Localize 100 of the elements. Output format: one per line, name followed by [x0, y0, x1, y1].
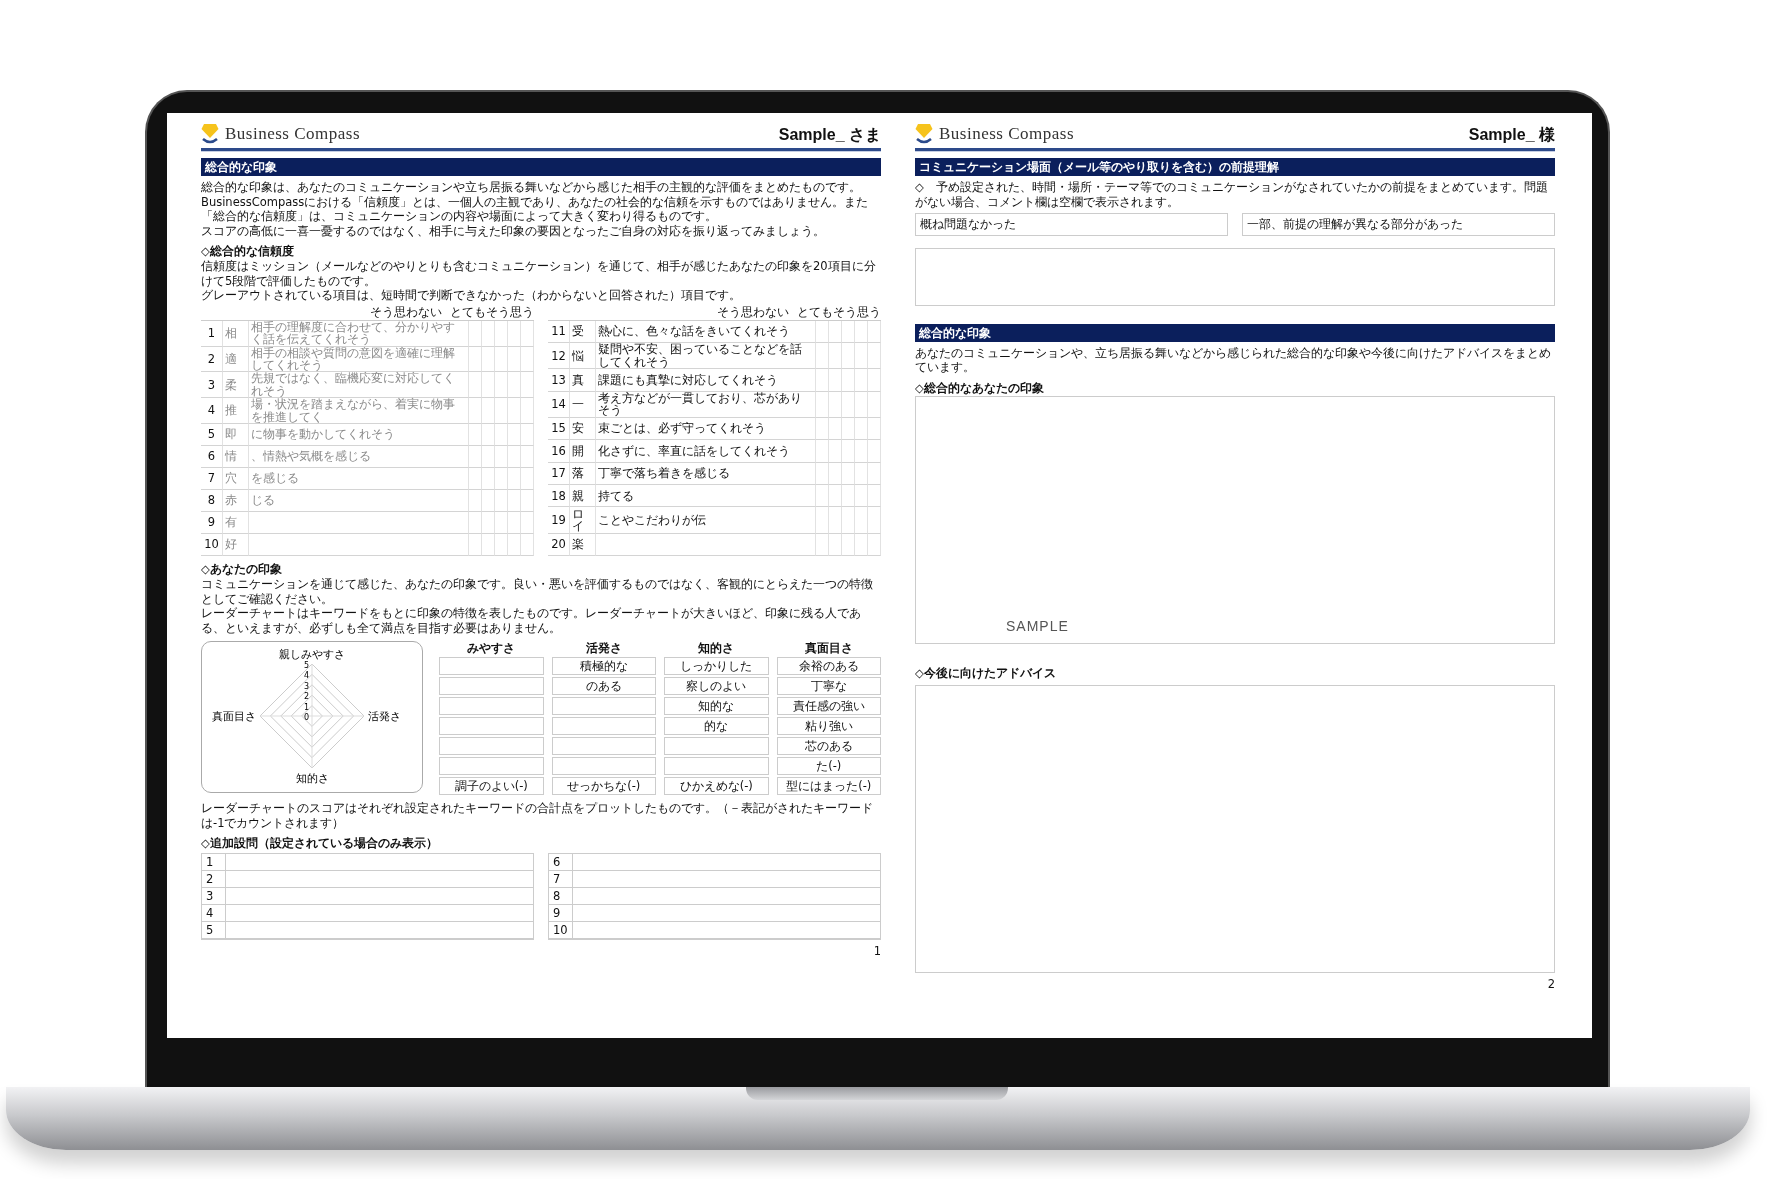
rating-cell: [842, 440, 855, 463]
item-statement: に物事を動かしてくれそう: [249, 424, 469, 446]
rating-cell: [469, 346, 482, 373]
rating-cell: [495, 534, 508, 556]
rating-cell: [816, 485, 829, 508]
rating-cell: [829, 343, 842, 370]
keyword-tag: 粘り強い: [776, 717, 881, 736]
rating-cell: [816, 533, 829, 556]
rating-cell: [855, 391, 868, 418]
rating-cell: [521, 446, 534, 468]
rating-cell: [829, 533, 842, 556]
section-header: 総合的な印象: [201, 158, 881, 177]
rating-cell: [469, 372, 482, 399]
page-number: 1: [873, 944, 881, 959]
rating-cell: [829, 507, 842, 534]
item-number: 9: [201, 512, 223, 534]
rating-cell: [816, 369, 829, 392]
rating-cell: [482, 320, 495, 347]
keyword-tag: のある: [551, 677, 656, 696]
rating-cell: [469, 534, 482, 556]
keyword-tag: た(-): [776, 757, 881, 776]
section-heading: ◇あなたの印象: [201, 562, 283, 577]
rating-cell: [508, 346, 521, 373]
item-number: 3: [201, 372, 223, 399]
question-number: 6: [549, 854, 573, 872]
keyword-tag: 丁寧な: [776, 677, 881, 696]
sample-text: SAMPLE: [1006, 617, 1069, 635]
description-text: レーダーチャートはキーワードをもとに印象の特徴を表したものです。レーダーチャートが大きいほど、印象に残る人である、といえますが、必ずしも全て満点を目指す必要はありません。: [201, 606, 862, 635]
rating-cell: [521, 398, 534, 424]
item-number: 19: [548, 507, 570, 534]
item-label: 親: [570, 485, 596, 508]
item-label: 楽: [570, 533, 596, 556]
section-heading: ◇総合的な信頼度: [201, 243, 295, 259]
rating-cell: [521, 424, 534, 446]
rating-cell: [482, 372, 495, 399]
rating-cell: [868, 369, 881, 392]
item-statement: 先規ではなく、臨機応変に対応してくれそう: [249, 372, 469, 399]
rating-cell: [482, 424, 495, 446]
item-label: 即: [223, 424, 249, 446]
brand-name: Business Compass: [939, 123, 1075, 145]
question-number: 9: [549, 905, 573, 923]
item-statement: 場・状況を踏まえながら、着実に物事を推進してく: [249, 398, 469, 424]
rating-cell: [829, 320, 842, 344]
rating-cell: [495, 346, 508, 373]
item-statement: 化さずに、率直に話をしてくれそう: [596, 440, 816, 463]
item-label: 相: [223, 320, 249, 347]
item-label: 開: [570, 440, 596, 463]
item-number: 14: [548, 391, 570, 418]
description-text: あなたのコミュニケーションや、立ち居振る舞いなどから感じられた総合的な印象や今後に向けたアドバイスをまとめています。: [915, 345, 1552, 375]
keyword-tag: 責任感の強い: [776, 697, 881, 716]
rating-cell: [816, 320, 829, 344]
rating-cell: [868, 417, 881, 441]
item-label: 安: [570, 417, 596, 441]
rating-cell: [469, 512, 482, 534]
rating-cell: [521, 372, 534, 399]
rating-cell: [842, 533, 855, 556]
rating-cell: [816, 343, 829, 370]
tick-label: 2: [303, 692, 309, 702]
rating-cell: [482, 468, 495, 490]
keyword-tag: 型にはまった(-): [776, 777, 881, 796]
rating-cell: [521, 468, 534, 490]
logo-icon: [201, 123, 219, 145]
rating-cell: [842, 369, 855, 392]
rating-cell: [469, 490, 482, 512]
rating-cell: [469, 446, 482, 468]
keyword-tag: 調子のよい(-): [439, 777, 544, 796]
item-number: 17: [548, 462, 570, 485]
rating-cell: [842, 343, 855, 370]
rating-cell: [855, 533, 868, 556]
rating-cell: [868, 343, 881, 370]
rating-cell: [521, 490, 534, 512]
rating-cell: [495, 398, 508, 424]
rating-cell: [482, 346, 495, 373]
rating-cell: [508, 512, 521, 534]
intro-text: スコアの高低に一喜一憂するのではなく、相手に与えた印象の要因となったご自身の対応を振り返ってみましょう。: [201, 223, 826, 238]
item-statement: 持てる: [596, 485, 816, 508]
item-number: 6: [201, 446, 223, 468]
rating-cell: [495, 372, 508, 399]
axis-label: 活発さ: [368, 709, 401, 723]
logo-icon: [915, 123, 933, 145]
item-label: 柔: [223, 372, 249, 399]
rating-cell: [868, 320, 881, 344]
rating-cell: [868, 507, 881, 534]
keyword-tag: せっかちな(-): [551, 777, 656, 796]
description-text: コミュニケーションを通じて感じた、あなたの印象です。良い・悪いを評価するものではなく、客観的にとらえた一つの特徴としてご確認ください。: [201, 577, 874, 607]
item-number: 8: [201, 490, 223, 512]
rating-cell: [816, 440, 829, 463]
page-number: 2: [1547, 977, 1555, 992]
question-number: 2: [202, 871, 226, 889]
item-number: 5: [201, 424, 223, 446]
rating-cell: [495, 468, 508, 490]
scale-label: そう思わない: [370, 305, 442, 320]
rating-cell: [495, 424, 508, 446]
scale-label: とてもそう思う: [797, 305, 881, 320]
rating-cell: [521, 512, 534, 534]
premise-note: ◇ 予め設定された、時間・場所・テーマ等でのコミュニケーションがなされていたかの前提をまとめています。問題がない場合、コメント欄は空欄で表示されます。: [915, 180, 1549, 210]
rating-cell: [469, 424, 482, 446]
scale-label: そう思わない: [717, 305, 789, 320]
rating-cell: [508, 424, 521, 446]
answer-box: 概ね問題なかった: [915, 213, 1228, 236]
